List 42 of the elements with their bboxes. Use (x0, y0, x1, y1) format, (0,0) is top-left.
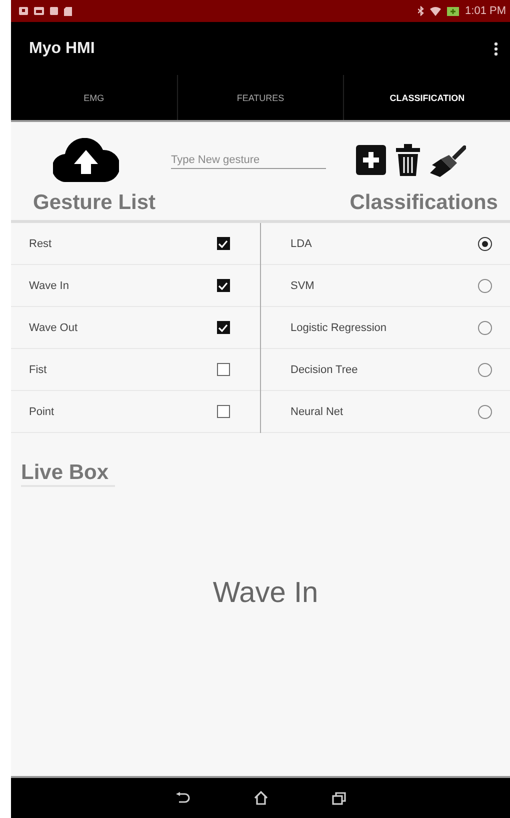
tab[interactable]: EMG (11, 75, 177, 120)
battery-icon (447, 6, 460, 16)
gesture-label: Point (29, 406, 54, 418)
classifier-label: SVM (290, 280, 314, 292)
checkbox[interactable] (216, 321, 230, 334)
section-heading: Live Box (21, 461, 115, 487)
checkbox[interactable] (216, 405, 230, 418)
classifier-label: Neural Net (290, 406, 344, 418)
radio-button[interactable] (478, 320, 492, 334)
app-title: Myo HMI (29, 40, 95, 58)
back-icon[interactable] (176, 792, 190, 804)
cloud-upload-icon[interactable] (53, 138, 119, 182)
paintbrush-icon[interactable] (430, 143, 466, 177)
gesture-label: Fist (29, 364, 47, 376)
radio-button[interactable] (478, 236, 492, 250)
gesture-label: Rest (29, 238, 52, 250)
checkbox[interactable] (216, 279, 230, 292)
gesture-label: Wave Out (29, 322, 78, 334)
bluetooth-icon (418, 6, 424, 16)
radio-button[interactable] (478, 404, 492, 418)
tab[interactable]: FEATURES (176, 75, 344, 120)
recent-apps-icon[interactable] (332, 792, 346, 804)
classifier-label: LDA (290, 238, 312, 250)
checkbox[interactable] (216, 363, 230, 376)
sd-card-icon (64, 6, 72, 16)
clock-time: 1:01 PM (465, 5, 506, 17)
classification-result: Wave In (212, 577, 318, 610)
classifier-label: Decision Tree (290, 364, 358, 376)
radio-button[interactable] (478, 278, 492, 292)
tab[interactable]: CLASSIFICATION (343, 75, 510, 120)
gesture-label: Wave In (29, 280, 69, 292)
add-icon[interactable] (356, 145, 386, 175)
checkbox[interactable] (216, 237, 230, 250)
classifier-label: Logistic Regression (290, 322, 386, 334)
section-heading: Gesture List (33, 191, 156, 215)
trash-icon[interactable] (396, 144, 420, 176)
more-options-icon[interactable] (494, 42, 498, 56)
section-heading: Classifications (350, 191, 498, 215)
gesture-input-field[interactable]: Type New gesture (171, 152, 326, 168)
wifi-icon (430, 6, 442, 16)
radio-button[interactable] (478, 362, 492, 376)
home-icon[interactable] (254, 791, 268, 805)
